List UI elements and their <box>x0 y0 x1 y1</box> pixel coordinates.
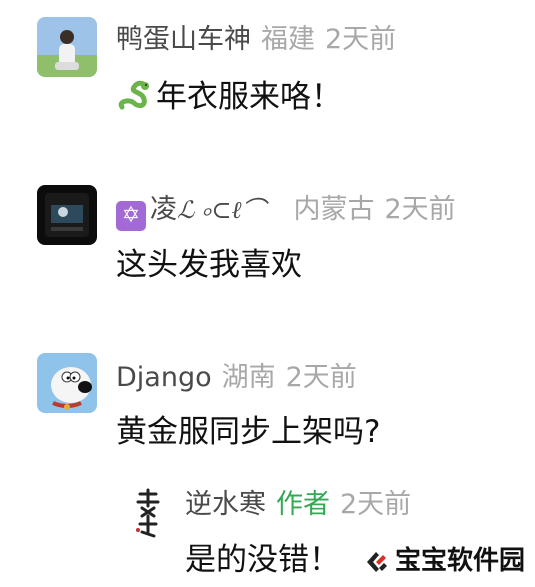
location-label: 湖南 <box>221 362 276 393</box>
avatar[interactable] <box>37 185 97 245</box>
timestamp: 2天前 <box>340 489 412 520</box>
comment-text: 年衣服来咯！ <box>116 77 342 123</box>
comment-item: Django 湖南 2天前 黄金服同步上架吗? <box>0 340 535 480</box>
username[interactable]: Django <box>116 362 212 393</box>
author-badge: 作者 <box>276 489 330 520</box>
comment-text: 黄金服同步上架吗? <box>116 414 381 450</box>
comment-meta: 鸭蛋山车神 福建 2天前 <box>116 23 396 57</box>
username[interactable]: 鸭蛋山车神 <box>116 24 251 55</box>
avatar[interactable] <box>37 17 97 77</box>
timestamp: 2天前 <box>285 362 357 393</box>
username[interactable]: 逆水寒 <box>185 489 266 520</box>
author-avatar[interactable] <box>130 486 166 542</box>
comment-body: 年衣服来咯！ <box>156 79 342 115</box>
timestamp: 2天前 <box>384 194 456 225</box>
reply-meta: 逆水寒 作者 2天前 <box>185 488 411 522</box>
avatar[interactable] <box>37 353 97 413</box>
comment-item: 鸭蛋山车神 福建 2天前 年衣服来咯！ <box>0 0 535 170</box>
comment-text: 这头发我喜欢 <box>116 247 302 283</box>
watermark: 宝宝软件园 <box>363 544 525 583</box>
location-label: 福建 <box>261 24 315 55</box>
username-decoration: ℒ ৹⊂ℓ⌒ <box>177 196 266 224</box>
comment-meta: Django 湖南 2天前 <box>116 361 357 395</box>
location-label: 内蒙古 <box>293 194 375 225</box>
reply-text: 是的没错！ <box>185 542 340 578</box>
comment-item: ✡ 凌ℒ ৹⊂ℓ⌒ 内蒙古 2天前 这头发我喜欢 <box>0 170 535 340</box>
username[interactable]: 凌 <box>150 194 177 225</box>
comment-meta: ✡ 凌ℒ ৹⊂ℓ⌒ 内蒙古 2天前 <box>116 193 456 231</box>
snake-emoji-icon <box>116 77 152 123</box>
watermark-text: 宝宝软件园 <box>394 546 525 576</box>
timestamp: 2天前 <box>325 24 397 55</box>
star-of-david-emoji-icon: ✡ <box>116 201 146 231</box>
watermark-logo-icon <box>363 548 389 583</box>
